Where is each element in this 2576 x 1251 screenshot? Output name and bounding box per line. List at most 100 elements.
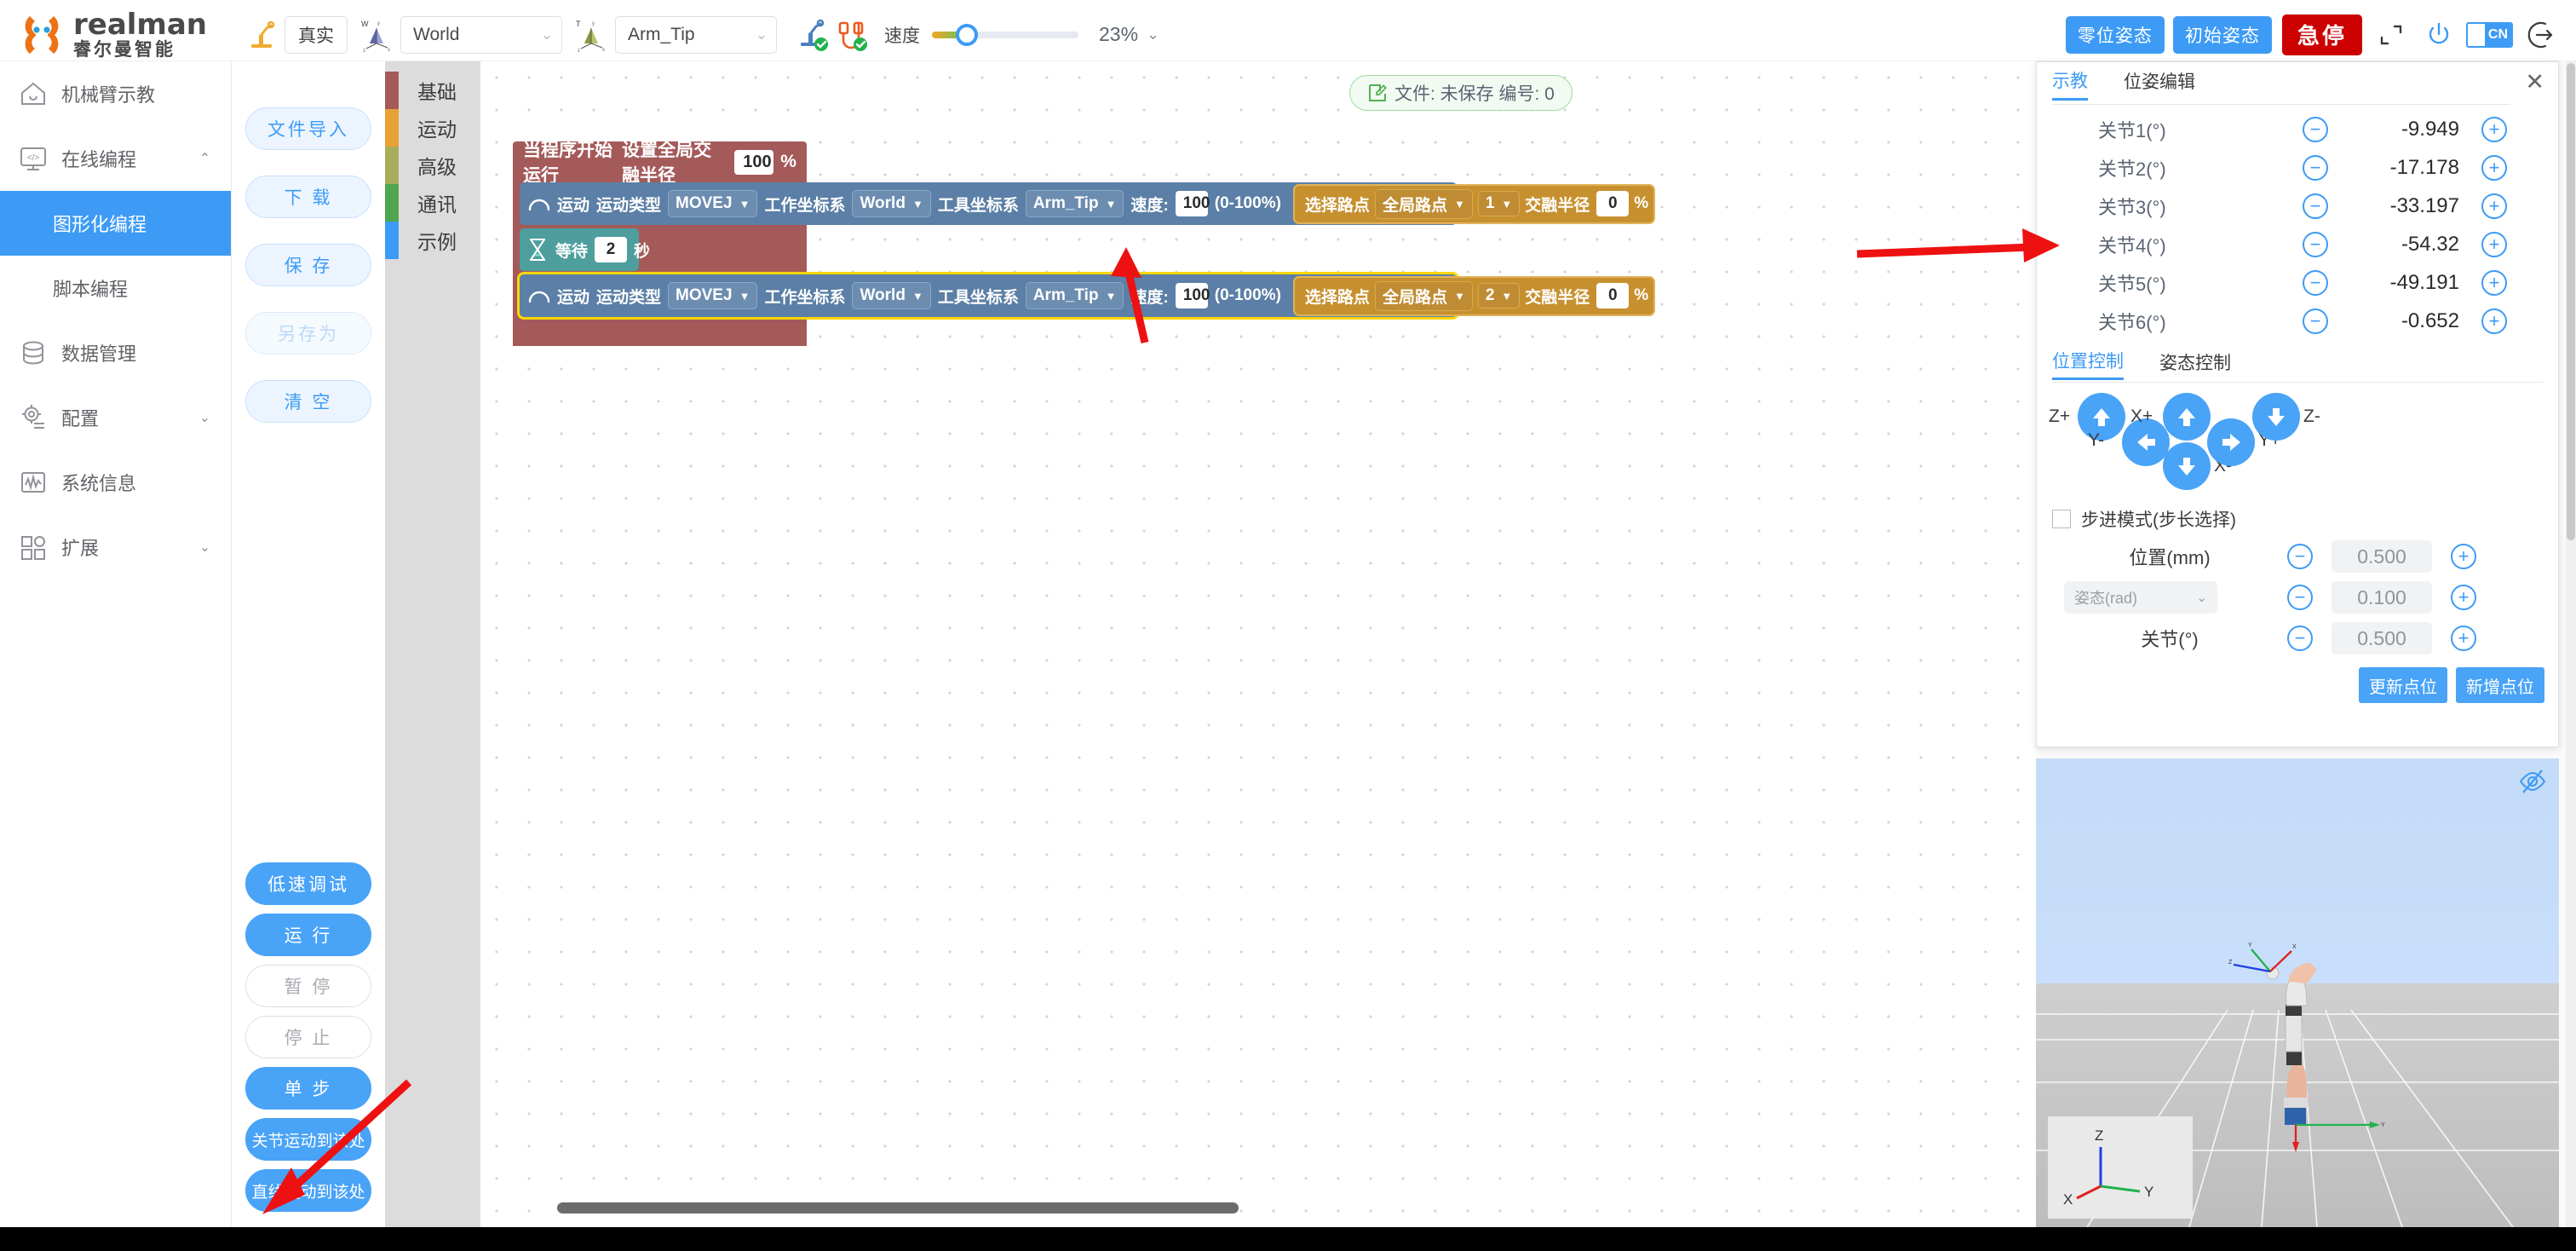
jog-x-plus-button[interactable] [2163, 393, 2211, 441]
waypoint-group-2[interactable]: 选择路点 全局路点 ▼ 2 ▼ 交融半径 0 % [1292, 275, 1656, 316]
step-mode-row[interactable]: 步进模式(步长选择) [2037, 502, 2558, 536]
joint-decrement-button[interactable]: − [2303, 116, 2328, 142]
logout-icon[interactable] [2523, 16, 2561, 54]
speed-slider-knob[interactable] [956, 23, 978, 46]
blockly-workspace[interactable]: 文件: 未保存 编号: 0 当程序开始运行 设置全局交融半径 100 % 运动 … [480, 61, 2036, 1227]
step-joint-value[interactable]: 0.500 [2332, 622, 2432, 654]
joint-increment-button[interactable]: + [2481, 193, 2507, 219]
joint-increment-button[interactable]: + [2481, 269, 2507, 296]
speed-input[interactable]: 100 [1175, 283, 1210, 308]
mode-button[interactable]: 真实 [285, 15, 348, 54]
move-block-2[interactable]: 运动 运动类型 MOVEJ ▼ 工作坐标系 World ▼ 工具坐标系 Arm_… [520, 274, 1656, 317]
tool-frame-dropdown[interactable]: Arm_Tip ▼ [1025, 190, 1124, 217]
language-toggle[interactable]: CN [2465, 21, 2513, 48]
joint-decrement-button[interactable]: − [2303, 154, 2328, 181]
joint-increment-button[interactable]: + [2481, 154, 2507, 181]
file-import-button[interactable]: 文件导入 [245, 107, 371, 150]
sidebar-item-graphical-programming[interactable]: 图形化编程 [0, 191, 231, 256]
waypoint-source-dropdown[interactable]: 全局路点 ▼ [1374, 280, 1473, 311]
step-mode-checkbox[interactable] [2052, 510, 2071, 528]
step-orientation-select[interactable]: 姿态(rad) ⌄ [2064, 581, 2217, 614]
tool-frame-dropdown[interactable]: Arm_Tip ▼ [1025, 282, 1124, 309]
move-block-1[interactable]: 运动 运动类型 MOVEJ ▼ 工作坐标系 World ▼ 工具坐标系 Arm_… [520, 182, 1656, 225]
motion-type-dropdown[interactable]: MOVEJ ▼ [668, 282, 758, 309]
step-joint-decrement-button[interactable]: − [2287, 626, 2313, 651]
single-step-button[interactable]: 单 步 [245, 1067, 371, 1110]
joint-increment-button[interactable]: + [2481, 116, 2507, 142]
gripper-connected-status-icon[interactable] [831, 15, 871, 55]
tool-frame-select[interactable]: Arm_Tip ⌄ [615, 15, 777, 54]
wait-seconds-input[interactable]: 2 [595, 237, 628, 262]
step-joint-increment-button[interactable]: + [2451, 626, 2476, 651]
linear-move-here-button[interactable]: 直线运动到该处 [245, 1169, 371, 1212]
robot-3d-viewport[interactable]: X Y Z Y Z Y X [2036, 758, 2559, 1227]
waypoint-index-dropdown[interactable]: 2 ▼ [1477, 283, 1521, 308]
low-speed-debug-button[interactable]: 低速调试 [245, 862, 371, 905]
save-button[interactable]: 保 存 [245, 244, 371, 286]
power-icon[interactable] [2420, 16, 2458, 54]
palette-category-basic[interactable]: 基础 [385, 72, 480, 109]
fullscreen-icon[interactable] [2372, 16, 2410, 54]
tab-orientation-control[interactable]: 姿态控制 [2159, 349, 2231, 379]
global-blend-radius-input[interactable]: 100 [734, 149, 774, 175]
close-icon[interactable]: ✕ [2525, 71, 2544, 94]
program-block-stack[interactable]: 当程序开始运行 设置全局交融半径 100 % 运动 运动类型 MOVEJ ▼ 工… [513, 141, 1656, 346]
tab-position-control[interactable]: 位置控制 [2052, 348, 2124, 380]
run-button[interactable]: 运 行 [245, 914, 371, 956]
update-point-button[interactable]: 更新点位 [2359, 667, 2447, 703]
step-orientation-decrement-button[interactable]: − [2287, 585, 2313, 610]
jog-z-minus-button[interactable] [2252, 393, 2300, 441]
waypoint-index-dropdown[interactable]: 1 ▼ [1477, 191, 1521, 216]
work-frame-dropdown[interactable]: World ▼ [852, 190, 931, 217]
sidebar-item-online-programming[interactable]: </> 在线编程 ⌃ [0, 126, 231, 191]
sidebar-item-system-info[interactable]: 系统信息 [0, 450, 231, 515]
speed-input[interactable]: 100 [1175, 191, 1210, 216]
speed-slider[interactable] [932, 23, 1078, 46]
joint-increment-button[interactable]: + [2481, 231, 2507, 257]
add-point-button[interactable]: 新增点位 [2456, 667, 2544, 703]
work-frame-dropdown[interactable]: World ▼ [852, 282, 931, 309]
download-button[interactable]: 下 载 [245, 176, 371, 218]
clear-button[interactable]: 清 空 [245, 380, 371, 423]
work-frame-select[interactable]: World ⌄ [400, 15, 562, 54]
waypoint-source-dropdown[interactable]: 全局路点 ▼ [1374, 188, 1473, 219]
step-position-decrement-button[interactable]: − [2287, 544, 2313, 569]
joint-decrement-button[interactable]: − [2303, 308, 2328, 334]
joint-decrement-button[interactable]: − [2303, 193, 2328, 219]
tab-teach[interactable]: 示教 [2052, 67, 2088, 101]
joint-increment-button[interactable]: + [2481, 308, 2507, 334]
palette-category-motion[interactable]: 运动 [385, 109, 480, 147]
sidebar-item-data-management[interactable]: 数据管理 [0, 320, 231, 385]
sidebar-item-teach[interactable]: 机械臂示教 [0, 61, 231, 126]
right-panel-scrollbar[interactable] [2566, 61, 2576, 1227]
jog-y-plus-button[interactable] [2207, 418, 2255, 466]
sidebar-item-extensions[interactable]: 扩展 ⌄ [0, 515, 231, 579]
step-position-increment-button[interactable]: + [2451, 544, 2476, 569]
palette-category-comm[interactable]: 通讯 [385, 184, 480, 222]
step-orientation-value[interactable]: 0.100 [2332, 581, 2432, 614]
waypoint-group-1[interactable]: 选择路点 全局路点 ▼ 1 ▼ 交融半径 0 % [1292, 183, 1656, 224]
step-orientation-increment-button[interactable]: + [2451, 585, 2476, 610]
blend-radius-input[interactable]: 0 [1596, 191, 1630, 216]
tab-pose-edit[interactable]: 位姿编辑 [2124, 68, 2195, 99]
init-pose-button[interactable]: 初始姿态 [2172, 15, 2272, 54]
zero-pose-button[interactable]: 零位姿态 [2065, 15, 2165, 54]
arm-connected-status-icon[interactable] [792, 15, 831, 55]
wait-block[interactable]: 等待 2 秒 [520, 228, 650, 271]
joint-decrement-button[interactable]: − [2303, 269, 2328, 296]
speed-chevron-down-icon[interactable]: ⌄ [1147, 26, 1159, 43]
emergency-stop-button[interactable]: 急停 [2281, 14, 2362, 55]
motion-type-dropdown[interactable]: MOVEJ ▼ [668, 190, 758, 217]
jog-x-minus-button[interactable] [2163, 442, 2211, 490]
joint-decrement-button[interactable]: − [2303, 231, 2328, 257]
program-start-block[interactable]: 当程序开始运行 设置全局交融半径 100 % [513, 141, 807, 186]
palette-category-examples[interactable]: 示例 [385, 222, 480, 259]
step-position-value[interactable]: 0.500 [2332, 540, 2432, 573]
sidebar-item-config[interactable]: 配置 ⌄ [0, 385, 231, 450]
blend-radius-input[interactable]: 0 [1596, 283, 1630, 308]
sidebar-item-script-programming[interactable]: 脚本编程 [0, 256, 231, 320]
scrollbar-thumb[interactable] [2567, 63, 2575, 540]
palette-category-advanced[interactable]: 高级 [385, 147, 480, 184]
joint-move-here-button[interactable]: 关节运动到该处 [245, 1118, 371, 1161]
workspace-horizontal-scrollbar[interactable] [557, 1202, 1239, 1214]
